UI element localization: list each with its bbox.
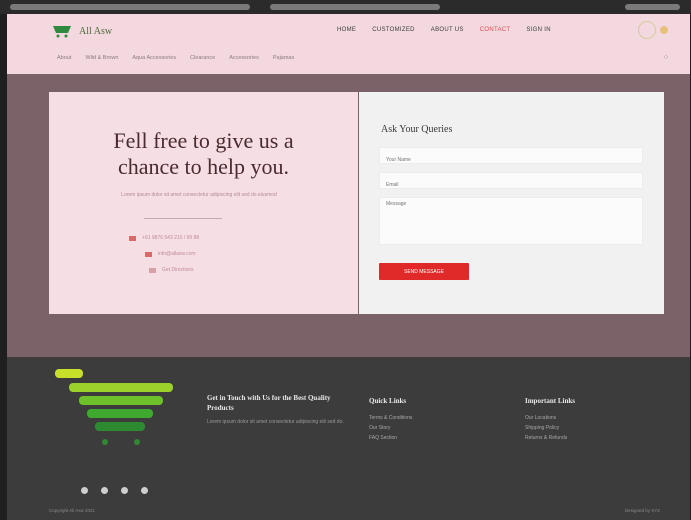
divider xyxy=(144,218,222,219)
form-title: Ask Your Queries xyxy=(381,124,453,135)
contact-section: Fell free to give us a chance to help yo… xyxy=(7,74,690,357)
quick-links-heading: Quick Links xyxy=(369,397,407,405)
send-message-button[interactable]: SEND MESSAGE xyxy=(379,263,469,280)
important-link[interactable]: Returns & Refunds xyxy=(525,435,575,441)
phone-icon xyxy=(129,235,136,241)
name-input[interactable] xyxy=(380,152,642,168)
quick-link[interactable]: FAQ Section xyxy=(369,435,412,441)
location-text[interactable]: Get Directions xyxy=(162,267,194,273)
name-field[interactable] xyxy=(379,147,643,168)
phone-text: +91 9876 543 210 / 99 88 xyxy=(142,235,200,241)
contact-tagline: Lorem ipsum dolor sit amet consectetur a… xyxy=(121,192,277,198)
category-item[interactable]: Accessories xyxy=(229,55,259,61)
facebook-icon[interactable] xyxy=(81,487,88,494)
site-footer: Get in Touch with Us for the Best Qualit… xyxy=(7,357,690,520)
email-info: info@allasw.com xyxy=(145,251,196,257)
email-input[interactable] xyxy=(380,177,642,193)
contact-headline: Fell free to give us a chance to help yo… xyxy=(49,128,358,180)
credit[interactable]: Designed by XYZ xyxy=(625,508,660,513)
headline-line-2: chance to help you. xyxy=(117,154,290,179)
instagram-icon[interactable] xyxy=(121,487,128,494)
category-item[interactable]: Pajamas xyxy=(273,55,294,61)
footer-about: Get in Touch with Us for the Best Qualit… xyxy=(207,393,352,426)
youtube-icon[interactable] xyxy=(141,487,148,494)
headline-line-1: Fell free to give us a xyxy=(113,128,294,153)
footer-about-heading: Get in Touch with Us for the Best Qualit… xyxy=(207,394,331,412)
important-link[interactable]: Our Locations xyxy=(525,415,575,421)
quick-links: Quick Links Terms & Conditions Our Story… xyxy=(369,397,412,445)
email-text[interactable]: info@allasw.com xyxy=(158,251,196,257)
nav-customized[interactable]: CUSTOMIZED xyxy=(372,27,415,33)
copyright: Copyright All Asw 2021 xyxy=(49,508,96,513)
mail-icon xyxy=(145,251,152,257)
footer-about-text: Lorem ipsum dolor sit amet consectetur a… xyxy=(207,419,344,425)
email-field[interactable] xyxy=(379,172,643,193)
message-field[interactable] xyxy=(379,197,643,245)
phone-info: +91 9876 543 210 / 99 88 xyxy=(129,235,199,241)
contact-intro-panel: Fell free to give us a chance to help yo… xyxy=(49,92,358,314)
map-pin-icon xyxy=(149,267,156,273)
location-info: Get Directions xyxy=(149,267,194,273)
nav-sign-in[interactable]: SIGN IN xyxy=(526,27,550,33)
nav-about[interactable]: ABOUT US xyxy=(431,27,464,33)
search-icon[interactable]: ○ xyxy=(664,54,668,61)
query-form-panel: Ask Your Queries SEND MESSAGE xyxy=(359,92,664,314)
nav-home[interactable]: HOME xyxy=(337,27,356,33)
user-icon[interactable] xyxy=(638,21,656,39)
browser-viewport: All Asw HOME CUSTOMIZED ABOUT US CONTACT… xyxy=(7,14,690,520)
message-input[interactable] xyxy=(380,198,642,244)
important-link[interactable]: Shipping Policy xyxy=(525,425,575,431)
important-links: Important Links Our Locations Shipping P… xyxy=(525,397,575,445)
twitter-icon[interactable] xyxy=(101,487,108,494)
category-nav: About Wild & Brown Aqua Accessories Clea… xyxy=(57,55,294,61)
category-item[interactable]: Aqua Accessories xyxy=(132,55,176,61)
os-top-bar xyxy=(0,0,691,14)
category-item[interactable]: Clearance xyxy=(190,55,215,61)
nav-contact[interactable]: CONTACT xyxy=(480,27,511,33)
quick-link[interactable]: Our Story xyxy=(369,425,412,431)
header-icons xyxy=(638,21,668,39)
important-links-heading: Important Links xyxy=(525,397,575,405)
quick-link[interactable]: Terms & Conditions xyxy=(369,415,412,421)
category-item[interactable]: Wild & Brown xyxy=(85,55,118,61)
cart-logo-icon xyxy=(55,369,173,445)
cart-badge[interactable] xyxy=(660,26,668,34)
main-nav: HOME CUSTOMIZED ABOUT US CONTACT SIGN IN xyxy=(337,27,551,33)
cart-icon xyxy=(53,26,71,38)
logo-text: All Asw xyxy=(79,26,113,37)
social-links xyxy=(81,487,148,494)
category-item[interactable]: About xyxy=(57,55,71,61)
site-header: All Asw HOME CUSTOMIZED ABOUT US CONTACT… xyxy=(7,14,690,74)
